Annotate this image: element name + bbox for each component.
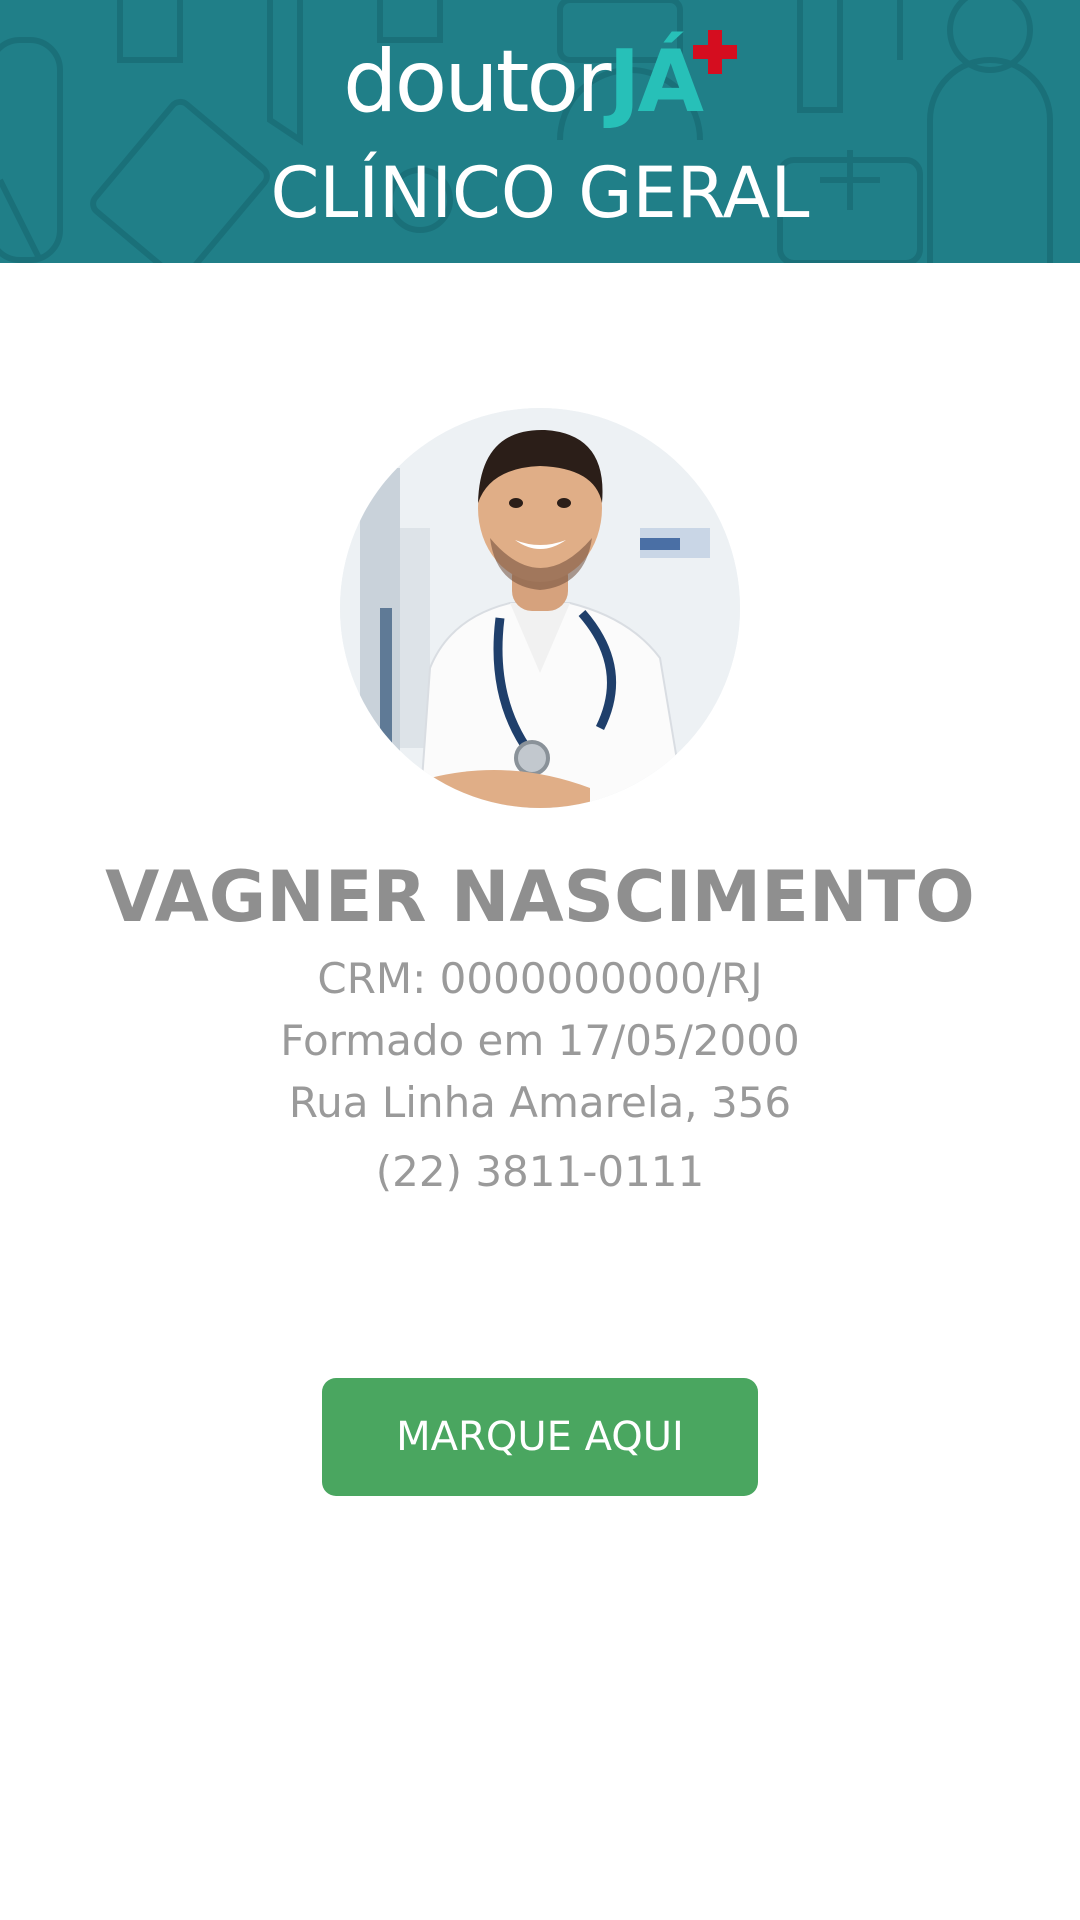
book-appointment-button[interactable]: MARQUE AQUI bbox=[322, 1378, 758, 1496]
specialty-title: CLÍNICO GERAL bbox=[270, 152, 810, 234]
doctor-photo bbox=[340, 408, 740, 808]
logo-text-ja: JÁ bbox=[608, 32, 704, 132]
logo-text-doutor: doutor bbox=[343, 32, 611, 132]
header-banner: doutor JÁ CLÍNICO GERAL bbox=[0, 0, 1080, 263]
doctor-crm: CRM: 0000000000/RJ bbox=[317, 954, 763, 1003]
doctor-name: VAGNER NASCIMENTO bbox=[105, 856, 975, 938]
doctor-graduation: Formado em 17/05/2000 bbox=[280, 1016, 800, 1065]
doutorja-logo: doutor JÁ bbox=[0, 28, 1080, 128]
doctor-phone[interactable]: (22) 3811-0111 bbox=[0, 1144, 1080, 1200]
medical-plus-icon bbox=[692, 30, 737, 74]
doctor-address: Rua Linha Amarela, 356 bbox=[288, 1078, 792, 1127]
